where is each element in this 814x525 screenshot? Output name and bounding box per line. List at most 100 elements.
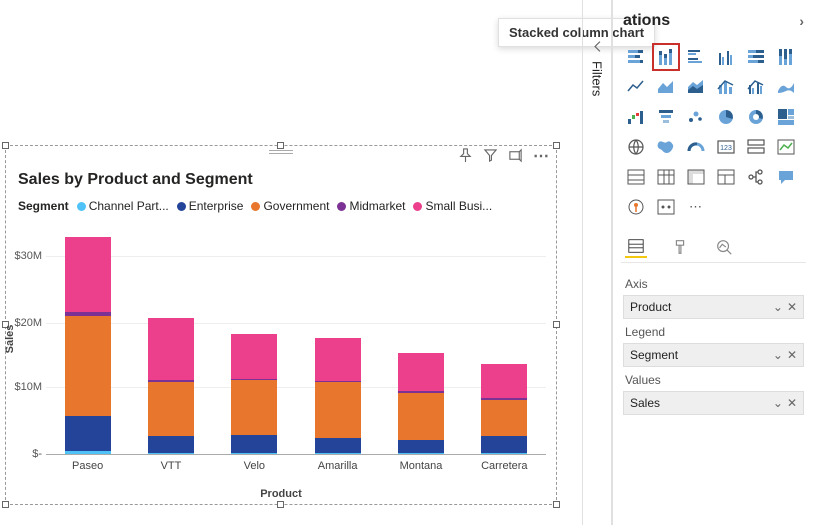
bar-segment[interactable] bbox=[481, 453, 527, 454]
legend-title: Segment bbox=[18, 199, 69, 213]
bar-segment[interactable] bbox=[481, 436, 527, 452]
more-options-icon[interactable]: ⋯ bbox=[533, 146, 550, 166]
bar-segment[interactable] bbox=[315, 338, 361, 381]
bar-segment[interactable] bbox=[231, 435, 277, 453]
kpi-icon[interactable] bbox=[773, 134, 799, 160]
decomposition-tree-icon[interactable] bbox=[743, 164, 769, 190]
remove-field-icon[interactable]: ✕ bbox=[787, 396, 797, 410]
bar-segment[interactable] bbox=[148, 318, 194, 380]
arcgis-map-icon[interactable] bbox=[623, 194, 649, 220]
more-visuals-icon[interactable]: ⋯ bbox=[683, 194, 709, 220]
resize-handle[interactable] bbox=[553, 501, 560, 508]
legend-swatch bbox=[413, 202, 422, 211]
bar-segment[interactable] bbox=[398, 440, 444, 453]
line-stacked-column-icon[interactable] bbox=[713, 74, 739, 100]
bar-segment[interactable] bbox=[315, 382, 361, 438]
bar-segment[interactable] bbox=[315, 438, 361, 453]
axis-field-well[interactable]: Product ⌄✕ bbox=[623, 295, 804, 319]
bar-segment[interactable] bbox=[315, 453, 361, 454]
waterfall-chart-icon[interactable] bbox=[623, 104, 649, 130]
resize-handle[interactable] bbox=[553, 321, 560, 328]
legend-swatch bbox=[77, 202, 86, 211]
matrix-icon[interactable] bbox=[683, 164, 709, 190]
scatter-chart-icon[interactable] bbox=[683, 104, 709, 130]
stacked-area-chart-icon[interactable] bbox=[683, 74, 709, 100]
svg-text:123: 123 bbox=[720, 145, 732, 152]
r-visual-icon[interactable] bbox=[713, 164, 739, 190]
fields-tab[interactable] bbox=[625, 236, 647, 258]
bar-segment[interactable] bbox=[148, 436, 194, 452]
bar-column[interactable]: VTT bbox=[141, 224, 201, 454]
bar-segment[interactable] bbox=[398, 353, 444, 391]
line-chart-icon[interactable] bbox=[623, 74, 649, 100]
python-visual-icon[interactable] bbox=[653, 194, 679, 220]
values-field-well[interactable]: Sales ⌄✕ bbox=[623, 391, 804, 415]
remove-field-icon[interactable]: ✕ bbox=[787, 348, 797, 362]
bar-column[interactable]: Carretera bbox=[474, 224, 534, 454]
multi-row-card-icon[interactable] bbox=[743, 134, 769, 160]
bar-column[interactable]: Amarilla bbox=[308, 224, 368, 454]
remove-field-icon[interactable]: ✕ bbox=[787, 300, 797, 314]
filled-map-icon[interactable] bbox=[653, 134, 679, 160]
bar-segment[interactable] bbox=[148, 453, 194, 454]
qa-visual-icon[interactable] bbox=[773, 164, 799, 190]
filters-label: Filters bbox=[590, 61, 605, 96]
gauge-chart-icon[interactable] bbox=[683, 134, 709, 160]
resize-handle[interactable] bbox=[277, 142, 284, 149]
bar-segment[interactable] bbox=[481, 364, 527, 398]
slicer-icon[interactable] bbox=[623, 164, 649, 190]
chart-visual-container[interactable]: ⋯ Sales by Product and Segment Segment C… bbox=[5, 145, 557, 505]
bar-column[interactable]: Velo bbox=[224, 224, 284, 454]
legend-swatch bbox=[177, 202, 186, 211]
pie-chart-icon[interactable] bbox=[713, 104, 739, 130]
resize-handle[interactable] bbox=[2, 501, 9, 508]
bar-segment[interactable] bbox=[65, 316, 111, 416]
bar-column[interactable]: Paseo bbox=[58, 224, 118, 454]
filter-icon[interactable] bbox=[483, 148, 498, 168]
resize-handle[interactable] bbox=[277, 501, 284, 508]
bar-segment[interactable] bbox=[65, 237, 111, 312]
donut-chart-icon[interactable] bbox=[743, 104, 769, 130]
format-tab[interactable] bbox=[669, 236, 691, 258]
resize-handle[interactable] bbox=[2, 142, 9, 149]
chevron-right-icon[interactable]: › bbox=[799, 13, 804, 29]
stacked-bar-chart-icon[interactable] bbox=[623, 44, 649, 70]
analytics-tab[interactable] bbox=[713, 236, 735, 258]
funnel-chart-icon[interactable] bbox=[653, 104, 679, 130]
treemap-chart-icon[interactable] bbox=[773, 104, 799, 130]
stacked-column-chart-icon[interactable] bbox=[653, 44, 679, 70]
bar-segment[interactable] bbox=[231, 453, 277, 454]
bar-column[interactable]: Montana bbox=[391, 224, 451, 454]
hundred-pct-column-icon[interactable] bbox=[773, 44, 799, 70]
bar-segment[interactable] bbox=[65, 416, 111, 451]
bar-segment[interactable] bbox=[148, 382, 194, 436]
drag-grip-icon[interactable] bbox=[269, 150, 293, 154]
legend-field-label: Legend bbox=[625, 325, 804, 339]
pin-icon[interactable] bbox=[458, 148, 473, 168]
bar-segment[interactable] bbox=[65, 451, 111, 454]
bar-segment[interactable] bbox=[231, 380, 277, 435]
area-chart-icon[interactable] bbox=[653, 74, 679, 100]
ribbon-chart-icon[interactable] bbox=[773, 74, 799, 100]
map-icon[interactable] bbox=[623, 134, 649, 160]
chevron-down-icon[interactable]: ⌄ bbox=[773, 348, 783, 362]
y-tick: $- bbox=[32, 448, 42, 460]
card-icon[interactable]: 123 bbox=[713, 134, 739, 160]
bar-segment[interactable] bbox=[231, 334, 277, 379]
chevron-down-icon[interactable]: ⌄ bbox=[773, 300, 783, 314]
bar-segment[interactable] bbox=[398, 453, 444, 454]
bar-segment[interactable] bbox=[481, 400, 527, 436]
table-icon[interactable] bbox=[653, 164, 679, 190]
x-tick: Amarilla bbox=[318, 460, 358, 472]
clustered-column-chart-icon[interactable] bbox=[713, 44, 739, 70]
focus-mode-icon[interactable] bbox=[508, 148, 523, 168]
resize-handle[interactable] bbox=[553, 142, 560, 149]
clustered-bar-chart-icon[interactable] bbox=[683, 44, 709, 70]
line-clustered-column-icon[interactable] bbox=[743, 74, 769, 100]
bar-segment[interactable] bbox=[398, 393, 444, 440]
hundred-pct-bar-icon[interactable] bbox=[743, 44, 769, 70]
chevron-down-icon[interactable]: ⌄ bbox=[773, 396, 783, 410]
filters-pane-collapsed[interactable]: Filters bbox=[582, 0, 612, 525]
legend-field-well[interactable]: Segment ⌄✕ bbox=[623, 343, 804, 367]
visualization-type-grid: 123 ⋯ bbox=[621, 44, 806, 220]
